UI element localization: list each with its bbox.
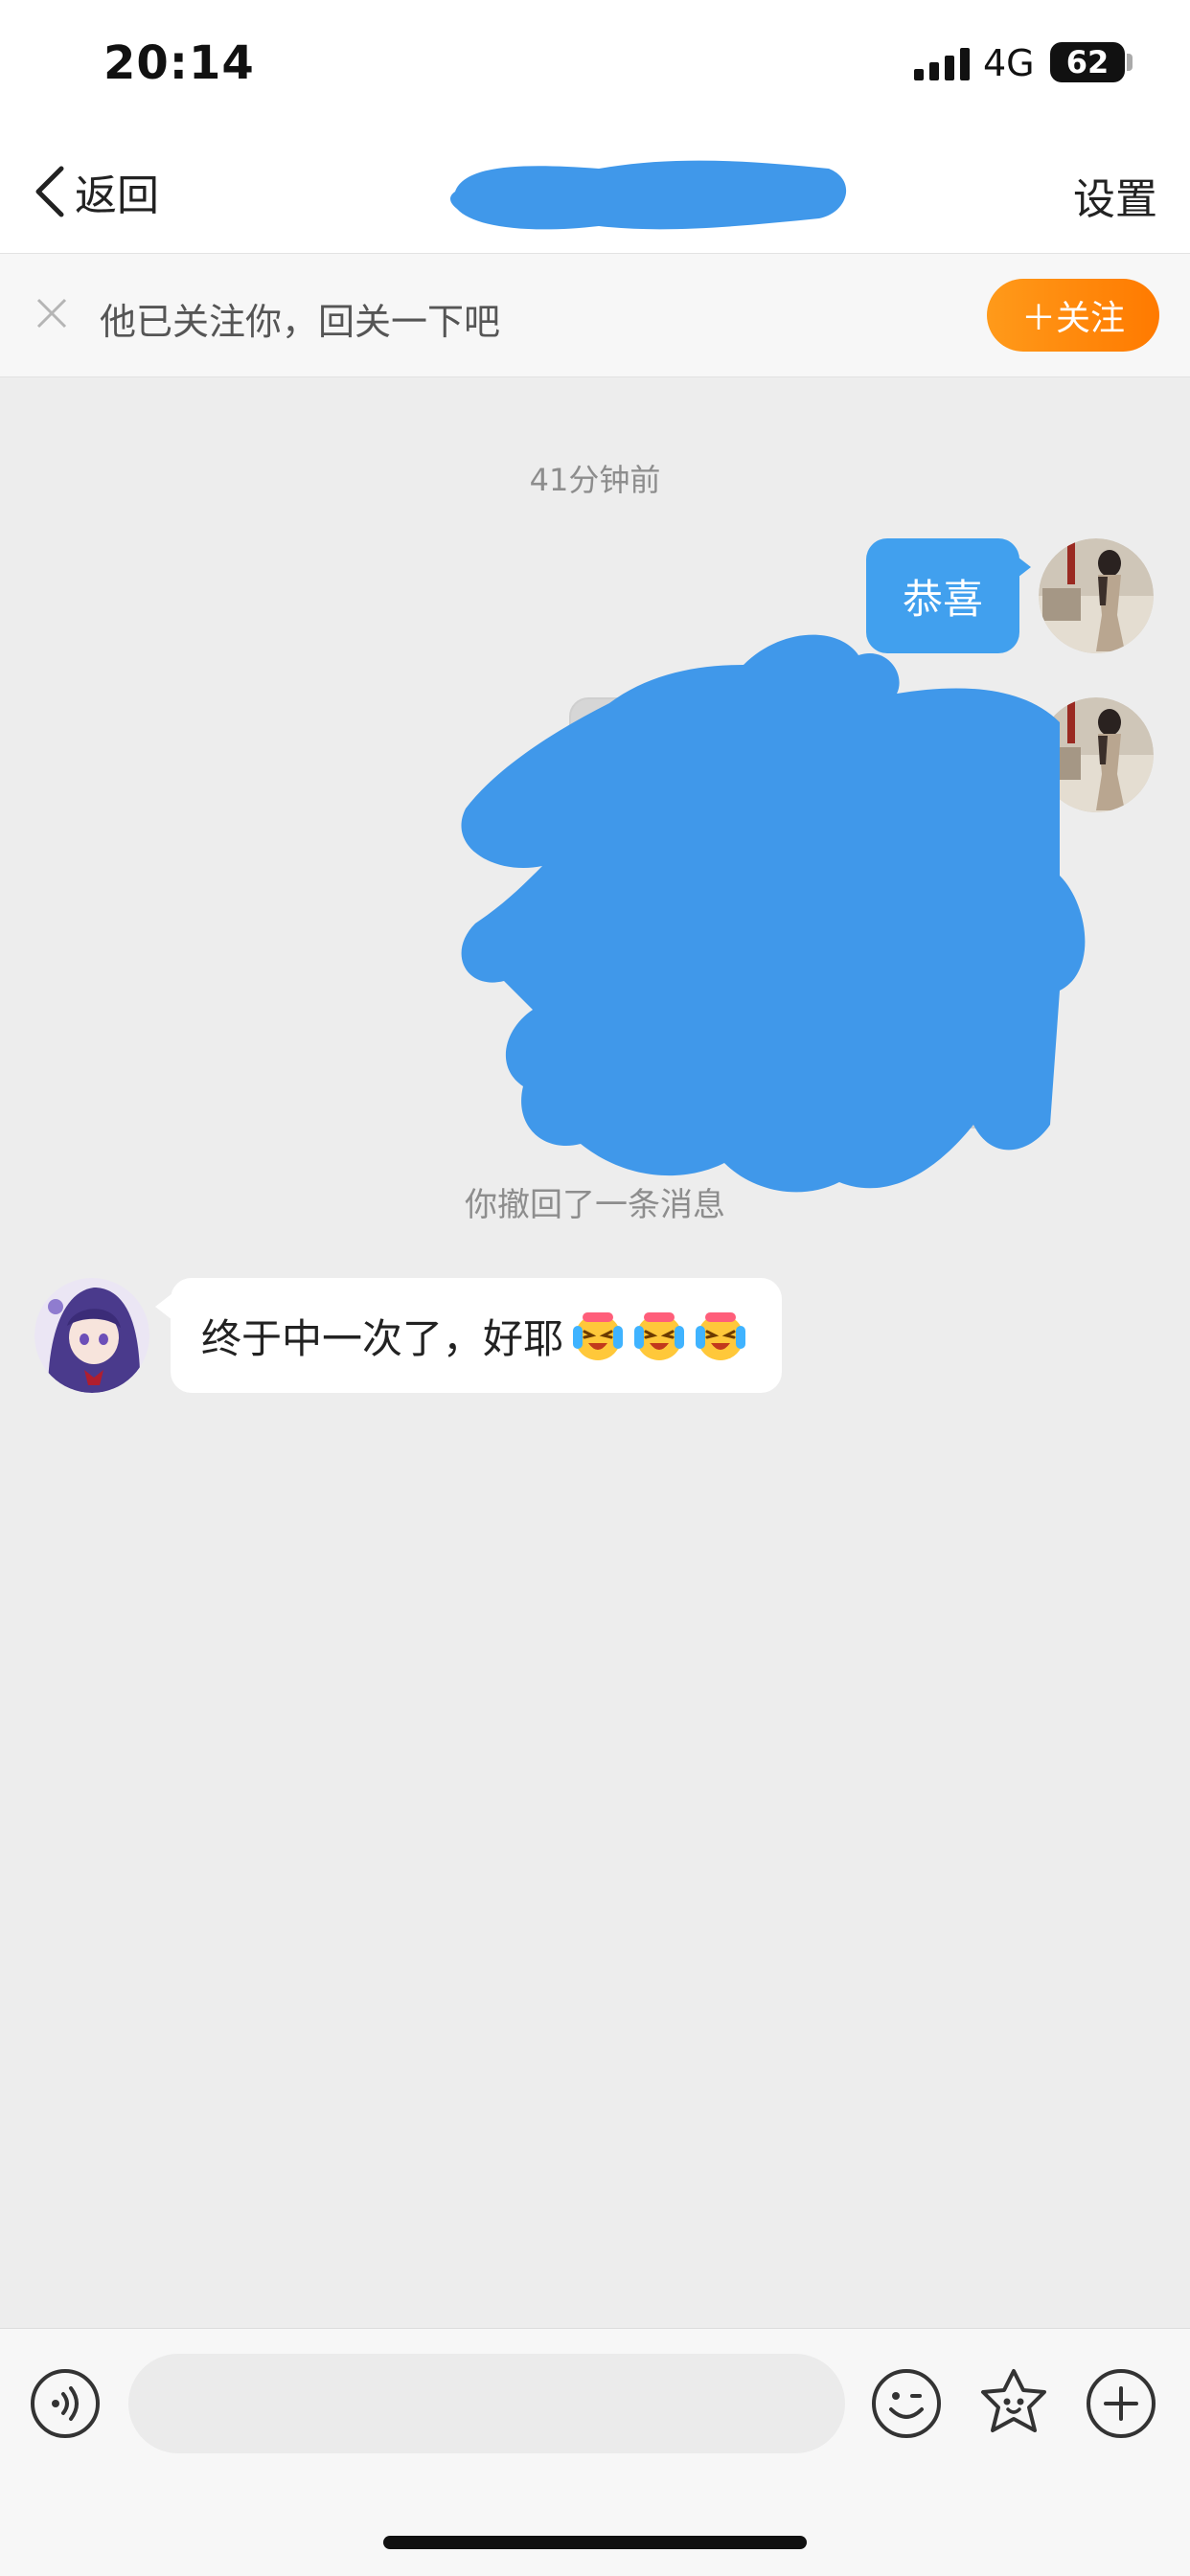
follow-prompt-text: 他已关注你，回关一下吧 <box>100 301 501 343</box>
message-input[interactable] <box>128 2354 845 2453</box>
crying-laughing-emoji-icon <box>696 1312 746 1360</box>
bubble-tail <box>155 1293 172 1320</box>
crying-laughing-emoji-icon <box>573 1312 624 1360</box>
network-type: 4G <box>983 42 1035 84</box>
plus-icon[interactable] <box>1085 2367 1157 2440</box>
status-bar: 20:14 4G 62 <box>0 0 1190 125</box>
follow-banner: 他已关注你，回关一下吧 ＋关注 <box>0 254 1190 377</box>
back-button[interactable]: 返回 <box>29 163 159 220</box>
voice-icon[interactable] <box>29 2367 102 2440</box>
message-timestamp: 41分钟前 <box>529 462 661 498</box>
input-bar <box>0 2328 1190 2576</box>
signal-icon <box>914 48 970 80</box>
crying-laughing-emoji-icon <box>634 1312 685 1360</box>
recall-notice: 你撤回了一条消息 <box>465 1186 725 1224</box>
settings-button[interactable]: 设置 <box>1073 165 1157 226</box>
emoji-icon[interactable] <box>870 2367 943 2440</box>
chat-area[interactable]: 41分钟前 恭喜 你撤回了一条消息 终于中一次了，好耶 <box>0 377 1190 2328</box>
close-icon[interactable] <box>34 296 69 331</box>
nav-bar: 返回 设置 <box>0 125 1190 254</box>
battery-tip <box>1127 54 1133 71</box>
redaction-scribble <box>461 634 1086 1193</box>
chevron-left-icon <box>35 166 64 217</box>
sticker-icon[interactable] <box>975 2365 1052 2442</box>
contact-message-bubble[interactable]: 终于中一次了，好耶 <box>171 1278 783 1393</box>
follow-back-button[interactable]: ＋关注 <box>987 279 1159 352</box>
battery-icon: 62 <box>1050 42 1125 82</box>
status-time: 20:14 <box>103 36 255 90</box>
home-indicator <box>383 2536 807 2549</box>
redacted-title <box>450 160 847 230</box>
back-label: 返回 <box>75 171 159 220</box>
contact-avatar[interactable] <box>34 1278 149 1393</box>
message-text: 终于中一次了，好耶 <box>201 1314 564 1362</box>
bubble-tail <box>1014 554 1031 581</box>
